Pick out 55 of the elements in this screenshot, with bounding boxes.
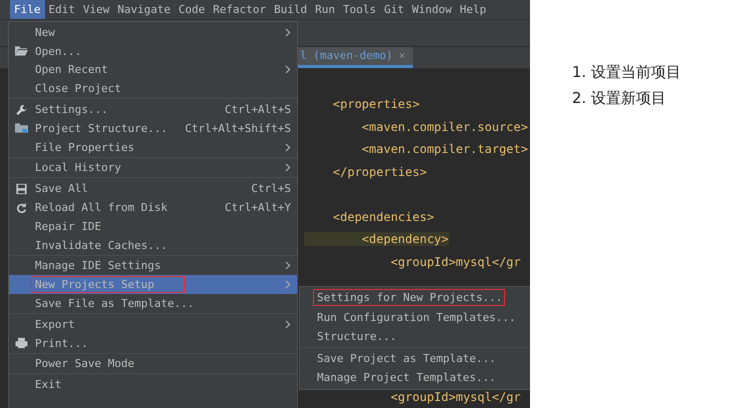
menu-bar-item[interactable]: Run — [311, 0, 339, 20]
editor-tab[interactable]: l (maven-demo) × — [296, 46, 414, 68]
menu-bar-item[interactable]: Git — [380, 0, 408, 20]
code-line: <maven.compiler.target> — [360, 142, 528, 156]
chevron-right-icon — [285, 320, 291, 329]
menu-item[interactable]: Reload All from Disk Ctrl+Alt+Y — [9, 198, 297, 217]
menu-item[interactable]: Manage Project Templates... — [300, 368, 530, 388]
menu-bar-item[interactable]: Build — [270, 0, 312, 20]
menu-item[interactable]: File Properties — [9, 138, 297, 157]
code-line: <dependencies> — [332, 210, 434, 224]
folder-grid-icon — [15, 122, 28, 134]
menu-bar-item[interactable]: Navigate — [114, 0, 174, 20]
menu-item[interactable]: Close Project — [9, 79, 297, 98]
menu-item[interactable]: Repair IDE — [9, 216, 297, 236]
code-line: <maven.compiler.source> — [360, 120, 528, 134]
menu-item[interactable]: Local History — [9, 158, 297, 178]
chevron-right-icon — [285, 65, 291, 74]
menu-item[interactable]: Open... — [9, 42, 297, 61]
menu-item[interactable]: Project Structure... Ctrl+Alt+Shift+S — [9, 118, 297, 138]
folder-icon — [15, 45, 28, 58]
menu-item[interactable]: Save All Ctrl+S — [9, 179, 297, 198]
menu-item[interactable]: Export — [9, 314, 297, 334]
code-line: </properties> — [332, 164, 427, 179]
printer-icon — [15, 337, 28, 350]
menu-item[interactable]: Exit — [9, 375, 297, 394]
menu-bar-item[interactable]: File — [10, 0, 44, 20]
wrench-icon — [15, 104, 28, 116]
menu-bar-item[interactable]: Code — [174, 0, 209, 20]
menu-item[interactable]: Run Configuration Templates... — [300, 308, 530, 327]
menu-item[interactable]: Settings... Ctrl+Alt+S — [9, 100, 297, 119]
menu-bar-item[interactable]: Window — [408, 0, 456, 20]
reload-icon — [15, 202, 28, 214]
menu-item[interactable]: Manage IDE Settings — [9, 256, 297, 276]
code-line: <groupId>mysql</gr — [390, 254, 521, 269]
menu-item[interactable]: Structure... — [300, 327, 530, 346]
note-text: 1. 设置当前项目 — [572, 63, 682, 82]
code-line: <groupId>mysql</gr — [390, 390, 521, 404]
save-icon — [15, 182, 28, 195]
menu-item[interactable]: Power Save Mode — [9, 354, 297, 374]
menu-bar-item[interactable]: Help — [456, 0, 490, 20]
menu-item[interactable]: Settings for New Projects... — [300, 288, 530, 308]
menu-bar-item[interactable]: Refactor — [208, 0, 270, 20]
chevron-right-icon — [285, 28, 291, 37]
menu-bar-item[interactable]: Edit — [44, 0, 79, 20]
menu-item[interactable]: Invalidate Caches... — [9, 236, 297, 255]
chevron-right-icon — [285, 163, 291, 172]
menu-item[interactable]: Open Recent — [9, 60, 297, 80]
menu-item[interactable]: Print... — [9, 334, 297, 353]
note-text: 2. 设置新项目 — [572, 89, 668, 108]
menu-bar-item[interactable]: Tools — [338, 0, 380, 20]
menu-bar-item[interactable]: View — [79, 0, 114, 20]
menu-item[interactable]: Save File as Template... — [9, 294, 297, 313]
code-line: <properties> — [332, 97, 420, 112]
menu-item[interactable]: Save Project as Template... — [300, 348, 530, 368]
chevron-right-icon — [285, 142, 291, 152]
